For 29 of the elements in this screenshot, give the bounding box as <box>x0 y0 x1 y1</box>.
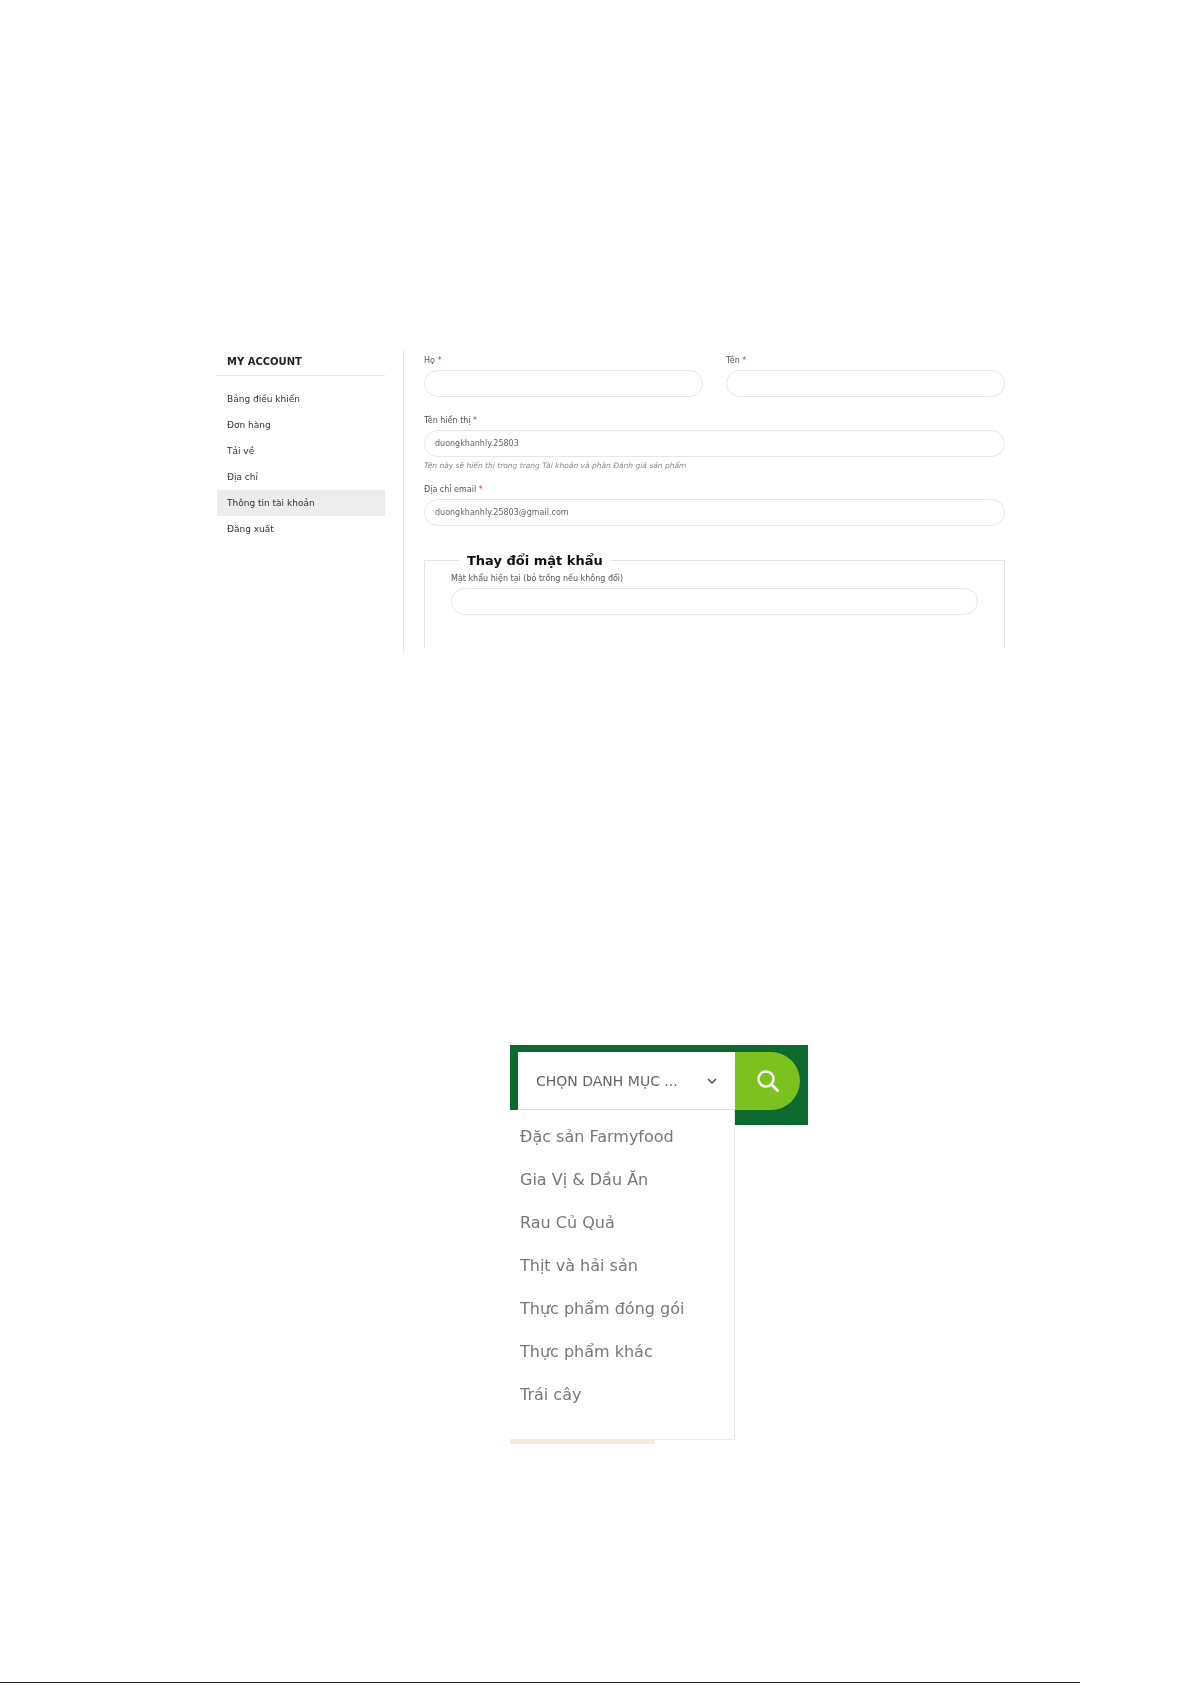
search-icon <box>755 1069 780 1093</box>
search-button[interactable] <box>735 1052 800 1110</box>
category-option[interactable]: Trái cây <box>510 1385 734 1428</box>
category-option[interactable]: Thịt và hải sản <box>510 1256 734 1299</box>
password-field[interactable] <box>451 588 978 615</box>
sidebar-item[interactable]: Đăng xuất <box>217 516 385 542</box>
sidebar-item[interactable]: Thông tin tài khoản <box>217 490 385 516</box>
sidebar-title: MY ACCOUNT <box>217 350 385 376</box>
category-option[interactable]: Gia Vị & Dầu Ăn <box>510 1170 734 1213</box>
sidebar-item[interactable]: Bảng điều khiển <box>217 386 385 412</box>
category-option[interactable]: Thực phẩm đóng gói <box>510 1299 734 1342</box>
sidebar-item[interactable]: Địa chỉ <box>217 464 385 490</box>
text-field[interactable] <box>424 370 703 397</box>
category-option[interactable]: Rau Củ Quả <box>510 1213 734 1256</box>
field-label: Mật khẩu hiện tại (bỏ trống nếu không đổi) <box>451 574 625 583</box>
text-field[interactable]: duongkhanhly.25803@gmail.com <box>424 499 1005 526</box>
text-field[interactable] <box>726 370 1005 397</box>
sidebar-item[interactable]: Tải về <box>217 438 385 464</box>
section-title: Thay đổi mật khẩu <box>466 553 604 568</box>
category-option[interactable]: Thực phẩm khác <box>510 1342 734 1385</box>
field-label: Họ * <box>424 356 443 365</box>
field-label: Tên hiển thị * <box>424 416 479 425</box>
category-option[interactable]: Đặc sản Farmyfood <box>510 1127 734 1170</box>
text-field[interactable]: duongkhanhly.25803 <box>424 430 1005 457</box>
field-label: Địa chỉ email * <box>424 485 484 494</box>
chevron-down-icon <box>707 1077 717 1084</box>
category-select[interactable]: CHỌN DANH MỤC ... <box>518 1052 735 1110</box>
field-label: Tên * <box>726 356 748 365</box>
sidebar-item[interactable]: Đơn hàng <box>217 412 385 438</box>
